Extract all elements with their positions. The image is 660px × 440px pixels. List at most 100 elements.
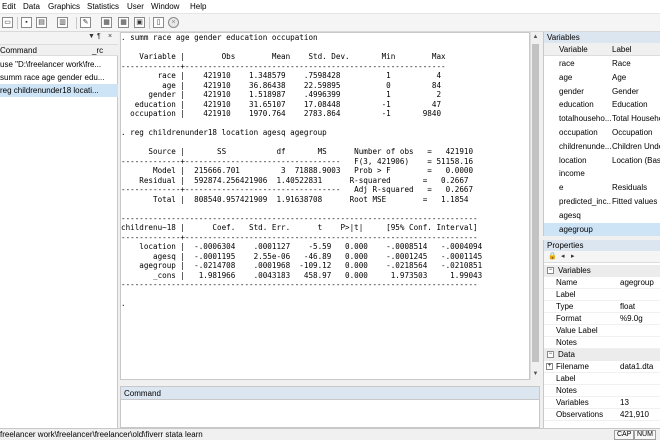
- scroll-up-icon[interactable]: ▲: [532, 33, 539, 41]
- command-panel: Command: [120, 386, 540, 428]
- menu-user[interactable]: User: [127, 2, 144, 11]
- property-key: Notes: [556, 338, 577, 347]
- property-key: Observations: [556, 410, 604, 419]
- variable-label: Race: [612, 59, 631, 68]
- menu-edit[interactable]: Edit: [2, 2, 16, 11]
- variable-row[interactable]: totalhouseho...Total Household: [544, 112, 660, 125]
- variable-name: age: [559, 72, 573, 82]
- scroll-thumb[interactable]: [532, 44, 539, 362]
- open-icon[interactable]: ▭: [2, 17, 13, 28]
- property-row[interactable]: Observations 421,910: [544, 409, 660, 421]
- forward-icon[interactable]: ▸: [571, 252, 575, 260]
- property-value: data1.dta: [620, 362, 654, 371]
- property-key: Name: [556, 278, 578, 287]
- back-icon[interactable]: ◂: [561, 252, 565, 260]
- lock-icon[interactable]: 🔒: [548, 252, 557, 260]
- history-item[interactable]: summ race age gender edu...: [0, 71, 118, 84]
- property-row[interactable]: Notes: [544, 385, 660, 397]
- property-row[interactable]: Label: [544, 373, 660, 385]
- variable-row[interactable]: e Residuals: [544, 181, 660, 194]
- variable-label: Residuals: [612, 183, 648, 193]
- menu-help[interactable]: Help: [190, 2, 206, 11]
- property-key: Filename: [556, 362, 589, 371]
- variable-row[interactable]: income: [544, 167, 660, 180]
- variable-row[interactable]: age Age: [544, 71, 660, 84]
- variable-row[interactable]: agesq: [544, 209, 660, 222]
- variable-label: Age: [612, 72, 627, 82]
- variable-row[interactable]: location Location (Base: [544, 154, 660, 167]
- column-variable[interactable]: Variable: [559, 45, 588, 54]
- results-window: . summ race age gender education occupat…: [120, 32, 530, 380]
- more-icon[interactable]: ▯: [153, 17, 164, 28]
- variable-name: occupation: [559, 128, 598, 137]
- column-command[interactable]: Command: [0, 46, 37, 55]
- variable-name: childrenunde...: [559, 141, 611, 151]
- history-header: ▼ ¶ ×: [0, 32, 118, 44]
- print-icon[interactable]: ▤: [36, 17, 47, 28]
- properties-data-section[interactable]: − Data: [544, 349, 660, 361]
- variable-name: education: [559, 100, 594, 110]
- property-row[interactable]: Notes: [544, 337, 660, 349]
- property-value: agegroup: [620, 278, 654, 287]
- close-icon[interactable]: ×: [108, 33, 112, 40]
- collapse-icon[interactable]: −: [547, 267, 554, 274]
- property-row[interactable]: Label: [544, 289, 660, 301]
- variable-row[interactable]: agegroup: [544, 222, 660, 236]
- property-row[interactable]: Type float: [544, 301, 660, 313]
- working-directory: freelancer work\freelancer\freelancer\ol…: [0, 430, 203, 439]
- expand-icon[interactable]: +: [546, 363, 553, 370]
- variable-name: e: [559, 183, 564, 193]
- variable-name: income: [559, 169, 585, 179]
- properties-variables-section[interactable]: − Variables: [544, 265, 660, 277]
- menu-bar: Edit Data Graphics Statistics User Windo…: [0, 0, 660, 14]
- property-row[interactable]: Format %9.0g: [544, 313, 660, 325]
- variable-row[interactable]: childrenunde...Children Under: [544, 140, 660, 153]
- scroll-down-icon[interactable]: ▼: [532, 370, 539, 378]
- command-input[interactable]: [123, 403, 535, 425]
- variable-row[interactable]: education Education: [544, 98, 660, 111]
- property-row[interactable]: Name agegroup: [544, 277, 660, 289]
- data-editor-icon[interactable]: ▦: [101, 17, 112, 28]
- menu-data[interactable]: Data: [23, 2, 40, 11]
- break-icon[interactable]: ×: [168, 17, 179, 28]
- property-row[interactable]: Variables 13: [544, 397, 660, 409]
- column-rc[interactable]: _rc: [92, 46, 103, 55]
- property-key: Label: [556, 374, 576, 383]
- variable-row[interactable]: occupation Occupation: [544, 126, 660, 139]
- variable-row[interactable]: race Race: [544, 57, 660, 70]
- history-item[interactable]: use "D:\freelancer work\fre...: [0, 58, 118, 71]
- toolbar-separator: [17, 17, 18, 29]
- results-scrollbar[interactable]: ▲ ▼: [530, 32, 540, 380]
- property-row[interactable]: + Filename data1.dta: [544, 361, 660, 373]
- menu-window[interactable]: Window: [151, 2, 179, 11]
- property-value: %9.0g: [620, 314, 643, 323]
- variable-name: gender: [559, 86, 584, 96]
- variables-title: Variables: [544, 32, 660, 43]
- variable-name: agegroup: [559, 224, 593, 234]
- properties-panel: Properties 🔒 ◂ ▸ − Variables Name agegrou…: [543, 240, 660, 428]
- graph-icon[interactable]: ▥: [57, 17, 68, 28]
- pin-icon[interactable]: ¶: [97, 33, 101, 40]
- variable-row[interactable]: gender Gender: [544, 85, 660, 98]
- variable-row[interactable]: predicted_inc... Fitted values: [544, 195, 660, 208]
- property-key: Variables: [556, 398, 589, 407]
- data-browser-icon[interactable]: ▦: [118, 17, 129, 28]
- history-item-selected[interactable]: reg childrenunder18 locati...: [0, 84, 118, 97]
- variable-name: agesq: [559, 210, 581, 220]
- property-key: Notes: [556, 386, 577, 395]
- filter-icon[interactable]: ▼: [88, 33, 95, 40]
- menu-statistics[interactable]: Statistics: [87, 2, 119, 11]
- variable-name: race: [559, 59, 575, 68]
- column-label[interactable]: Label: [612, 45, 632, 54]
- variable-name: totalhouseho...: [559, 114, 611, 124]
- history-columns: Command _rc: [0, 44, 118, 56]
- collapse-icon[interactable]: −: [547, 351, 554, 358]
- do-file-editor-icon[interactable]: ✎: [80, 17, 91, 28]
- variables-panel: Variables Variable Label race Race age Age g…: [543, 32, 660, 236]
- variable-label: Children Under: [612, 141, 660, 151]
- variables-manager-icon[interactable]: ▣: [134, 17, 145, 28]
- property-row[interactable]: Value Label: [544, 325, 660, 337]
- menu-graphics[interactable]: Graphics: [48, 2, 80, 11]
- properties-title: Properties: [544, 240, 660, 251]
- save-icon[interactable]: ▪: [21, 17, 32, 28]
